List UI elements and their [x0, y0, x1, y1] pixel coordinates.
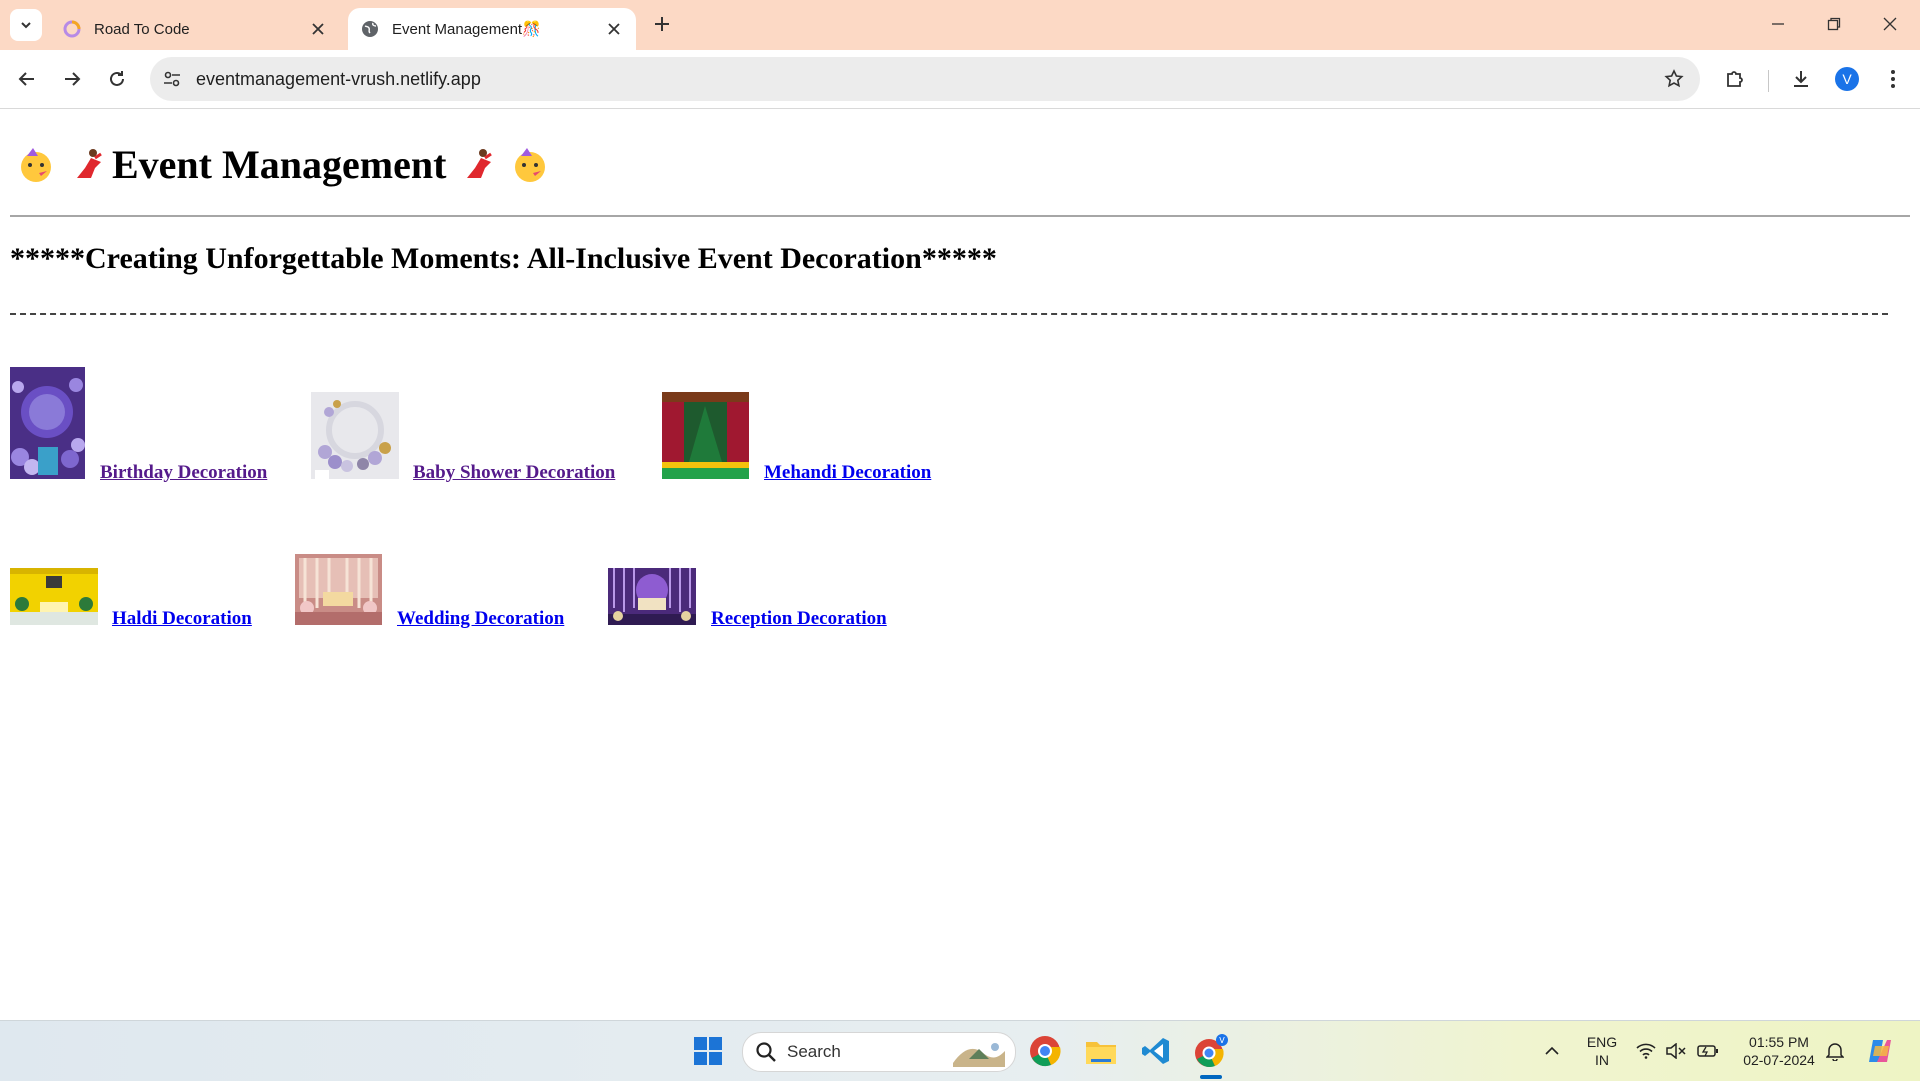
mehandi-decoration-link[interactable]: Mehandi Decoration — [764, 462, 931, 484]
language-code: ENG — [1586, 1034, 1618, 1050]
site-info-icon[interactable] — [160, 67, 184, 91]
downloads-button[interactable] — [1784, 62, 1818, 96]
kebab-menu-icon — [1891, 70, 1895, 88]
reload-button[interactable] — [100, 62, 134, 96]
close-icon — [1883, 17, 1897, 31]
arrow-right-icon — [65, 72, 81, 86]
web-page: Event Management *****Creating Unforgett… — [0, 109, 1920, 1020]
windows-start-icon[interactable] — [688, 1031, 728, 1071]
close-tab-icon[interactable] — [304, 15, 332, 43]
reload-icon — [110, 71, 124, 86]
close-tab-icon[interactable] — [600, 15, 628, 43]
reception-decoration-image[interactable] — [608, 568, 696, 625]
restore-icon — [1827, 17, 1841, 31]
browser-tab-bar: Road To Code Event Management🎊 — [0, 0, 1920, 50]
haldi-decoration-link[interactable]: Haldi Decoration — [112, 608, 252, 630]
vscode-icon[interactable] — [1136, 1031, 1176, 1071]
party-face-emoji-icon — [16, 145, 56, 185]
search-highlight-art-icon — [953, 1043, 1005, 1067]
tab-title: Event Management🎊 — [392, 21, 541, 38]
road-to-code-favicon-icon — [62, 19, 82, 39]
tab-search-button[interactable] — [10, 9, 42, 41]
chevron-up-icon — [1545, 1046, 1559, 1055]
search-icon — [756, 1042, 776, 1062]
download-icon — [1794, 71, 1808, 87]
browser-toolbar: eventmanagement-vrush.netlify.app V — [0, 50, 1920, 109]
svg-text:V: V — [1219, 1036, 1225, 1045]
address-bar[interactable]: eventmanagement-vrush.netlify.app — [150, 57, 1700, 101]
page-title: Event Management — [16, 141, 550, 188]
wedding-decoration-image[interactable] — [295, 554, 382, 625]
extensions-button[interactable] — [1718, 62, 1752, 96]
browser-menu-button[interactable] — [1876, 62, 1910, 96]
input-language-indicator[interactable]: ENG IN — [1584, 1033, 1620, 1069]
restore-button[interactable] — [1814, 8, 1854, 40]
notification-bell-icon[interactable] — [1815, 1031, 1855, 1071]
clock[interactable]: 01:55 PM 02-07-2024 — [1734, 1033, 1824, 1069]
show-hidden-icons-button[interactable] — [1532, 1031, 1572, 1071]
tab-road-to-code[interactable]: Road To Code — [50, 8, 340, 50]
forward-button[interactable] — [55, 62, 89, 96]
clock-date: 02-07-2024 — [1743, 1052, 1815, 1068]
page-subtitle: *****Creating Unforgettable Moments: All… — [10, 242, 997, 275]
wedding-decoration-link[interactable]: Wedding Decoration — [397, 608, 564, 630]
tab-event-management[interactable]: Event Management🎊 — [348, 8, 636, 50]
copilot-icon[interactable] — [1860, 1031, 1900, 1071]
back-button[interactable] — [10, 62, 44, 96]
chevron-down-icon — [21, 22, 31, 29]
party-face-emoji-icon — [510, 145, 550, 185]
arrow-left-icon — [18, 72, 34, 86]
new-tab-button[interactable] — [648, 10, 676, 38]
taskbar-search-box[interactable]: Search — [742, 1032, 1016, 1072]
battery-icon[interactable] — [1688, 1031, 1728, 1071]
chrome-profile-icon[interactable]: V — [1191, 1031, 1231, 1071]
horizontal-rule — [10, 215, 1910, 217]
file-explorer-icon[interactable] — [1081, 1031, 1121, 1071]
minimize-button[interactable] — [1758, 8, 1798, 40]
mehandi-decoration-image[interactable] — [662, 392, 749, 479]
baby-shower-decoration-image[interactable] — [311, 392, 399, 479]
birthday-decoration-link[interactable]: Birthday Decoration — [100, 462, 267, 484]
tab-title: Road To Code — [94, 20, 190, 38]
active-app-indicator — [1200, 1075, 1222, 1079]
globe-icon — [360, 19, 380, 39]
minimize-icon — [1772, 23, 1784, 25]
reception-decoration-link[interactable]: Reception Decoration — [711, 608, 887, 630]
profile-avatar[interactable]: V — [1835, 67, 1859, 91]
plus-icon — [655, 17, 669, 31]
clock-time: 01:55 PM — [1749, 1034, 1809, 1050]
dashed-divider — [10, 313, 1888, 315]
taskbar-search-placeholder: Search — [787, 1042, 841, 1061]
windows-taskbar: Search V ENG IN 01:55 PM 02-07-2024 — [0, 1020, 1920, 1081]
chrome-icon[interactable] — [1025, 1031, 1065, 1071]
region-code: IN — [1595, 1052, 1609, 1068]
birthday-decoration-image[interactable] — [10, 367, 85, 479]
baby-shower-decoration-link[interactable]: Baby Shower Decoration — [413, 462, 615, 484]
page-title-text: Event Management — [112, 142, 447, 187]
dancer-emoji-icon — [68, 145, 108, 185]
toolbar-separator — [1768, 70, 1769, 92]
haldi-decoration-image[interactable] — [10, 568, 98, 625]
bookmark-star-icon[interactable] — [1662, 67, 1686, 91]
puzzle-icon — [1727, 71, 1743, 87]
close-window-button[interactable] — [1870, 8, 1910, 40]
url-text[interactable]: eventmanagement-vrush.netlify.app — [196, 69, 481, 90]
dancer-emoji-icon — [458, 145, 498, 185]
